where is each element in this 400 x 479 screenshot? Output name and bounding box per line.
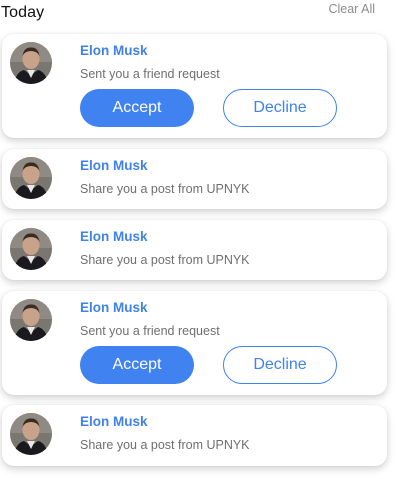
avatar-icon [10, 157, 52, 199]
avatar-icon [10, 228, 52, 270]
sender-name[interactable]: Elon Musk [80, 43, 148, 58]
avatar-icon [10, 42, 52, 84]
sender-name[interactable]: Elon Musk [80, 158, 148, 173]
notification-message: Sent you a friend request [80, 67, 220, 81]
decline-button[interactable]: Decline [223, 89, 337, 127]
sender-name[interactable]: Elon Musk [80, 300, 148, 315]
notification-message: Share you a post from UPNYK [80, 438, 250, 452]
notification-card[interactable]: Elon Musk Sent you a friend request Acce… [2, 291, 387, 395]
notifications-header: Today Clear All [0, 0, 400, 28]
avatar[interactable] [10, 42, 52, 84]
notification-card[interactable]: Elon Musk Share you a post from UPNYK [2, 405, 387, 466]
notification-message: Share you a post from UPNYK [80, 253, 250, 267]
accept-button[interactable]: Accept [80, 89, 194, 127]
notifications-page: Today Clear All Elon Musk Sent you a fri… [0, 0, 400, 479]
notification-message: Share you a post from UPNYK [80, 182, 250, 196]
avatar[interactable] [10, 413, 52, 455]
avatar[interactable] [10, 299, 52, 341]
notification-card[interactable]: Elon Musk Share you a post from UPNYK [2, 149, 387, 209]
avatar-icon [10, 413, 52, 455]
notification-card[interactable]: Elon Musk Sent you a friend request Acce… [2, 34, 387, 138]
decline-button[interactable]: Decline [223, 346, 337, 384]
notification-message: Sent you a friend request [80, 324, 220, 338]
accept-button[interactable]: Accept [80, 346, 194, 384]
avatar[interactable] [10, 157, 52, 199]
avatar-icon [10, 299, 52, 341]
clear-all-button[interactable]: Clear All [328, 2, 375, 16]
notification-card[interactable]: Elon Musk Share you a post from UPNYK [2, 220, 387, 280]
section-title-today: Today [1, 4, 45, 21]
sender-name[interactable]: Elon Musk [80, 414, 148, 429]
sender-name[interactable]: Elon Musk [80, 229, 148, 244]
avatar[interactable] [10, 228, 52, 270]
